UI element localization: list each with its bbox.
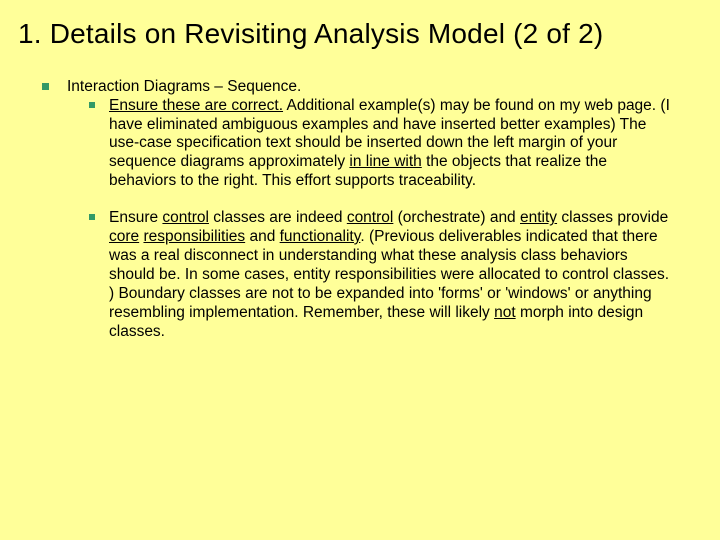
bullet-square-icon — [42, 83, 49, 90]
underline-text: entity — [520, 209, 557, 226]
slide: 1. Details on Revisiting Analysis Model … — [0, 0, 720, 540]
text: classes are indeed — [209, 209, 347, 226]
underline-text: in line with — [349, 153, 421, 170]
bullet-level2: Ensure these are correct. Additional exa… — [89, 97, 670, 192]
underline-text: control — [162, 209, 209, 226]
text: (orchestrate) and — [393, 209, 520, 226]
underline-text: Ensure these are correct. — [109, 97, 283, 114]
level1-heading-text: Interaction Diagrams – Sequence. — [67, 78, 670, 97]
bullet-level1: Interaction Diagrams – Sequence. Ensure … — [42, 78, 670, 341]
bullet-level1-content: Interaction Diagrams – Sequence. Ensure … — [67, 78, 670, 341]
bullet-text: Ensure control classes are indeed contro… — [109, 209, 670, 341]
bullet-text: Ensure these are correct. Additional exa… — [109, 97, 670, 192]
underline-text: core — [109, 228, 139, 245]
spacer — [67, 191, 670, 209]
underline-text: responsibilities — [143, 228, 245, 245]
bullet-level2: Ensure control classes are indeed contro… — [89, 209, 670, 341]
underline-text: functionality — [280, 228, 361, 245]
underline-text: not — [494, 304, 516, 321]
bullet-square-icon — [89, 214, 95, 220]
bullet-square-icon — [89, 102, 95, 108]
slide-title: 1. Details on Revisiting Analysis Model … — [18, 18, 670, 50]
text: classes provide — [557, 209, 668, 226]
underline-text: control — [347, 209, 394, 226]
text: Ensure — [109, 209, 162, 226]
text: and — [245, 228, 279, 245]
